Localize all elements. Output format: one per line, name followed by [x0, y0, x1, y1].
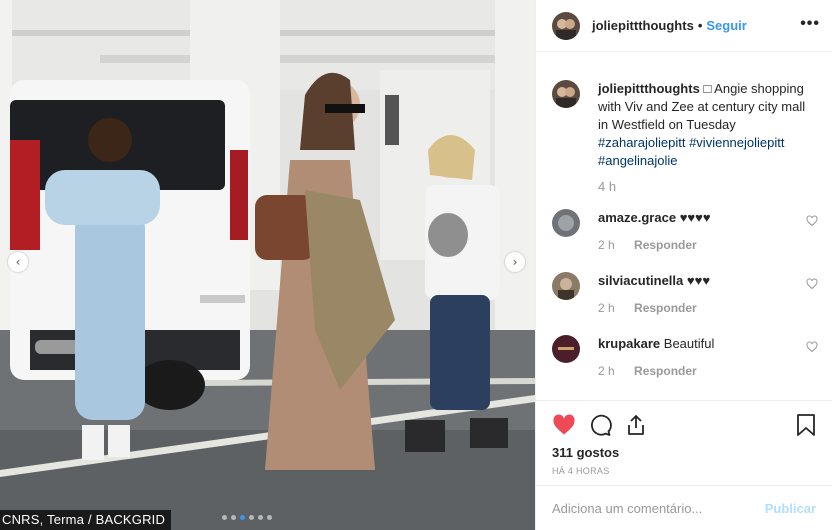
hashtag-link[interactable]: #zaharajoliepitt: [598, 135, 685, 150]
carousel-indicator: [222, 515, 272, 520]
publish-button[interactable]: Publicar: [765, 501, 816, 516]
carousel-dot: [249, 515, 254, 520]
chevron-right-icon: ›: [512, 255, 518, 269]
avatar[interactable]: [552, 11, 580, 40]
more-options-icon[interactable]: •••: [800, 15, 820, 33]
comment-item: silviacutinella ♥♥♥ 2 h Responder: [552, 272, 818, 317]
previous-photo-button[interactable]: ‹: [8, 252, 28, 272]
post-details-panel: joliepittthoughts • Seguir ••• joliepitt…: [535, 0, 832, 530]
like-comment-icon[interactable]: [806, 215, 818, 227]
like-button[interactable]: [552, 413, 576, 437]
carousel-dot: [222, 515, 227, 520]
post-timestamp: HÁ 4 HORAS: [552, 466, 610, 476]
comment-item: amaze.grace ♥♥♥♥ 2 h Responder: [552, 209, 818, 254]
save-button[interactable]: [796, 413, 816, 440]
share-icon: [628, 415, 644, 435]
comment-composer: Publicar: [536, 485, 832, 530]
comment-text: ♥♥♥♥: [679, 210, 711, 225]
caption-time: 4 h: [598, 179, 617, 194]
comment-username[interactable]: krupakare: [598, 336, 660, 351]
like-comment-icon[interactable]: [806, 341, 818, 353]
post-photo[interactable]: ‹ › CNRS, Terma / BACKGRID: [0, 0, 535, 530]
hashtag-link[interactable]: #angelinajolie: [598, 153, 678, 168]
comment-time: 2 h: [598, 301, 615, 315]
post-caption: joliepittthoughts □ Angie shopping with …: [552, 64, 818, 196]
comment-text: Beautiful: [663, 336, 715, 351]
comments-list[interactable]: joliepittthoughts □ Angie shopping with …: [552, 64, 818, 398]
heart-filled-icon: [553, 414, 575, 435]
comment-text: ♥♥♥: [686, 273, 711, 288]
bookmark-icon: [797, 414, 815, 436]
avatar[interactable]: [552, 272, 580, 300]
comment-time: 2 h: [598, 364, 615, 378]
comment-button[interactable]: [588, 413, 612, 437]
reply-button[interactable]: Responder: [634, 238, 697, 252]
comment-input[interactable]: [552, 500, 765, 516]
photo-scene: [0, 0, 535, 530]
comment-item: krupakare Beautiful 2 h Responder: [552, 335, 818, 380]
follow-button[interactable]: Seguir: [706, 18, 746, 33]
carousel-dot: [231, 515, 236, 520]
next-photo-button[interactable]: ›: [505, 252, 525, 272]
author-username[interactable]: joliepittthoughts: [592, 18, 694, 33]
carousel-dot: [258, 515, 263, 520]
comment-username[interactable]: amaze.grace: [598, 210, 676, 225]
hashtag-link[interactable]: #viviennejoliepitt: [689, 135, 784, 150]
avatar[interactable]: [552, 80, 580, 108]
avatar[interactable]: [552, 335, 580, 363]
reply-button[interactable]: Responder: [634, 301, 697, 315]
carousel-dot: [267, 515, 272, 520]
photo-credit: CNRS, Terma / BACKGRID: [0, 510, 172, 530]
chevron-left-icon: ‹: [15, 255, 21, 269]
like-count[interactable]: 311 gostos: [552, 445, 816, 460]
post-actions: 311 gostos HÁ 4 HORAS: [536, 400, 832, 476]
comment-bubble-icon: [591, 414, 612, 436]
avatar[interactable]: [552, 209, 580, 237]
separator: •: [697, 18, 703, 33]
carousel-dot: [240, 515, 245, 520]
like-comment-icon[interactable]: [806, 278, 818, 290]
comment-time: 2 h: [598, 238, 615, 252]
comment-username[interactable]: silviacutinella: [598, 273, 683, 288]
post-header: joliepittthoughts • Seguir •••: [536, 0, 832, 52]
reply-button[interactable]: Responder: [634, 364, 697, 378]
share-button[interactable]: [624, 413, 648, 437]
caption-username[interactable]: joliepittthoughts: [598, 81, 700, 96]
